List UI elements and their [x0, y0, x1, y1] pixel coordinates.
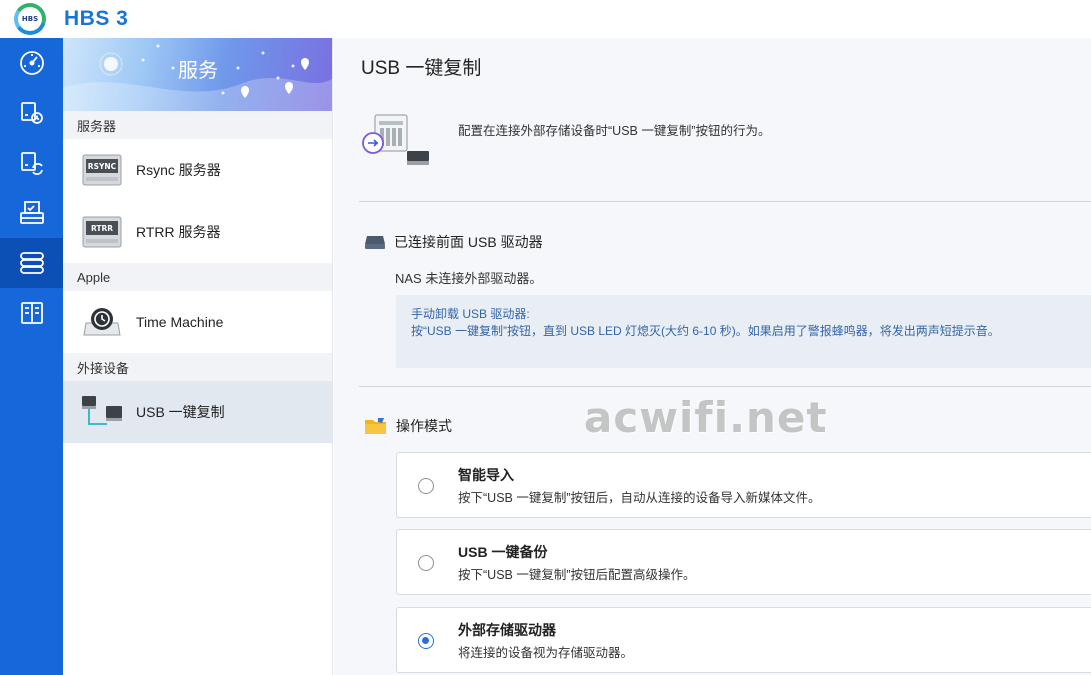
- section-label: 已连接前面 USB 驱动器: [394, 234, 543, 250]
- banner-title: 服务: [178, 58, 218, 82]
- hbs3-app: HBS HBS 3 服务 服务器 RSYNC Rsync 服务器 RTRR RT…: [0, 0, 1091, 675]
- drive-icon: [365, 236, 385, 249]
- nas-restore-icon: [20, 102, 43, 124]
- option-desc: 将连接的设备视为存储驱动器。: [458, 646, 634, 660]
- option-title: USB 一键备份: [458, 544, 548, 560]
- option-title: 外部存储驱动器: [458, 622, 556, 638]
- divider: [359, 386, 1091, 387]
- time-machine-icon: [77, 300, 127, 344]
- hbs-logo-icon: HBS: [14, 3, 46, 35]
- radio-external-storage[interactable]: [418, 633, 434, 649]
- nas-sync-icon: [20, 152, 43, 175]
- rtrr-server-icon: RTRR: [77, 210, 127, 254]
- usb-nas-hero-icon: [361, 113, 431, 168]
- nav-item-label: Time Machine: [136, 314, 224, 330]
- operation-mode-heading: 操作模式: [364, 416, 452, 436]
- storage-space-icon: [20, 302, 43, 324]
- nav-item-label: RTRR 服务器: [136, 224, 221, 240]
- folder-settings-icon: [365, 418, 386, 434]
- nav-section-apple: Apple: [63, 263, 332, 291]
- main-panel: USB 一键复制 配置在连接外部存储设备时“USB 一键复制”按钮的行为。 已连…: [334, 38, 1091, 675]
- rail-sync[interactable]: [0, 138, 63, 188]
- services-banner: 服务: [63, 38, 332, 111]
- rail-storage[interactable]: [0, 288, 63, 338]
- option-title: 智能导入: [458, 467, 514, 483]
- rsync-server-icon: RSYNC: [77, 148, 127, 192]
- logo-text: HBS: [18, 7, 42, 31]
- option-desc: 按下“USB 一键复制”按钮后配置高级操作。: [458, 568, 696, 582]
- services-icon: [19, 252, 44, 274]
- drive-status-text: NAS 未连接外部驱动器。: [395, 271, 543, 286]
- info-line: 手动卸载 USB 驱动器:: [411, 307, 530, 321]
- nav-item-rtrr[interactable]: RTRR RTRR 服务器: [63, 201, 332, 263]
- page-description: 配置在连接外部存储设备时“USB 一键复制”按钮的行为。: [458, 124, 771, 138]
- radio-usb-backup[interactable]: [418, 555, 434, 571]
- usb-copy-icon: [77, 390, 127, 434]
- nav-item-time-machine[interactable]: Time Machine: [63, 291, 332, 353]
- connected-drive-heading: 已连接前面 USB 驱动器: [364, 232, 543, 252]
- main-nav-rail: [0, 38, 63, 675]
- mode-option-smart-import[interactable]: 智能导入 按下“USB 一键复制”按钮后，自动从连接的设备导入新媒体文件。: [396, 452, 1091, 518]
- rail-services[interactable]: [0, 238, 63, 288]
- divider: [359, 201, 1091, 202]
- nav-section-external: 外接设备: [63, 353, 332, 381]
- rail-jobs[interactable]: [0, 188, 63, 238]
- rsync-icon-text: RSYNC: [88, 162, 117, 171]
- section-label: 操作模式: [396, 418, 452, 434]
- gauge-icon: [19, 51, 44, 75]
- unmount-info-box: 手动卸载 USB 驱动器: 按“USB 一键复制”按钮，直到 USB LED 灯…: [396, 295, 1091, 368]
- job-list-icon: [19, 201, 44, 224]
- rail-overview[interactable]: [0, 38, 63, 88]
- title-bar: HBS HBS 3: [0, 0, 1091, 38]
- radio-smart-import[interactable]: [418, 478, 434, 494]
- option-desc: 按下“USB 一键复制”按钮后，自动从连接的设备导入新媒体文件。: [458, 491, 821, 505]
- page-title: USB 一键复制: [361, 58, 482, 79]
- nav-item-label: Rsync 服务器: [136, 162, 221, 178]
- nav-section-servers: 服务器: [63, 111, 332, 139]
- services-nav: 服务 服务器 RSYNC Rsync 服务器 RTRR RTRR 服务器 App…: [63, 38, 333, 675]
- rtrr-icon-text: RTRR: [91, 224, 113, 233]
- mode-option-usb-backup[interactable]: USB 一键备份 按下“USB 一键复制”按钮后配置高级操作。: [396, 529, 1091, 595]
- nav-item-usb-copy[interactable]: USB 一键复制: [63, 381, 332, 443]
- info-line: 按“USB 一键复制”按钮，直到 USB LED 灯熄灭(大约 6-10 秒)。…: [411, 324, 1000, 338]
- nav-item-label: USB 一键复制: [136, 404, 225, 420]
- nav-item-rsync[interactable]: RSYNC Rsync 服务器: [63, 139, 332, 201]
- watermark: acwifi.net: [584, 393, 828, 442]
- mode-option-external-storage[interactable]: 外部存储驱动器 将连接的设备视为存储驱动器。: [396, 607, 1091, 673]
- rail-restore[interactable]: [0, 88, 63, 138]
- app-title: HBS 3: [64, 7, 129, 30]
